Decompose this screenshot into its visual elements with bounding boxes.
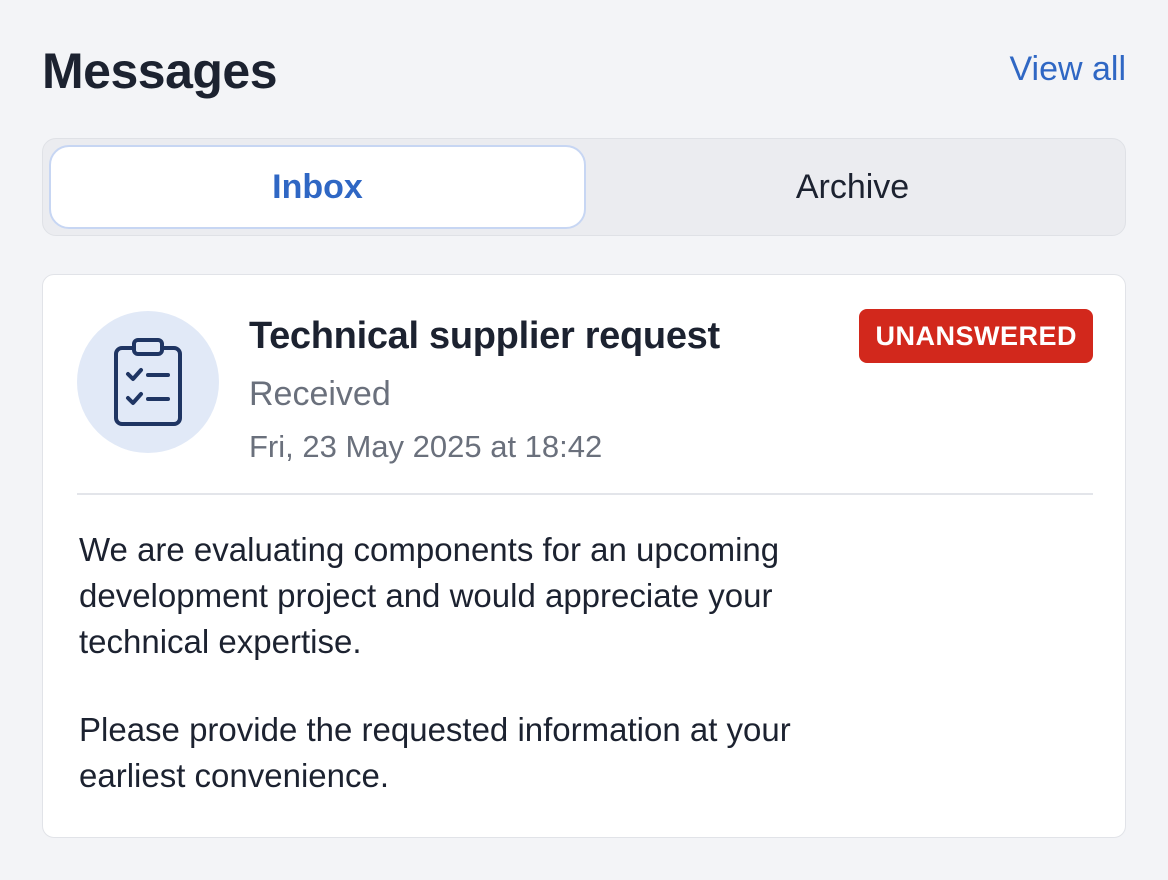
message-tabs: Inbox Archive (42, 138, 1126, 236)
message-card[interactable]: Technical supplier request Received Fri,… (42, 274, 1126, 838)
avatar (77, 311, 219, 453)
tab-archive[interactable]: Archive (586, 145, 1119, 229)
message-subject: Technical supplier request (249, 315, 720, 357)
messages-page: Messages View all Inbox Archive Technica… (0, 0, 1168, 880)
header: Messages View all (42, 38, 1126, 108)
message-paragraph: We are evaluating components for an upco… (79, 531, 780, 660)
tab-inbox[interactable]: Inbox (49, 145, 586, 229)
view-all-link[interactable]: View all (1009, 50, 1126, 89)
page-title: Messages (42, 43, 278, 99)
message-paragraph: Please provide the requested information… (79, 711, 791, 794)
status-badge: UNANSWERED (859, 309, 1093, 363)
clipboard-checklist-icon (114, 338, 182, 426)
divider (77, 493, 1093, 495)
message-timestamp: Fri, 23 May 2025 at 18:42 (249, 429, 603, 464)
message-body: We are evaluating components for an upco… (79, 527, 899, 799)
message-status-label: Received (249, 375, 391, 413)
